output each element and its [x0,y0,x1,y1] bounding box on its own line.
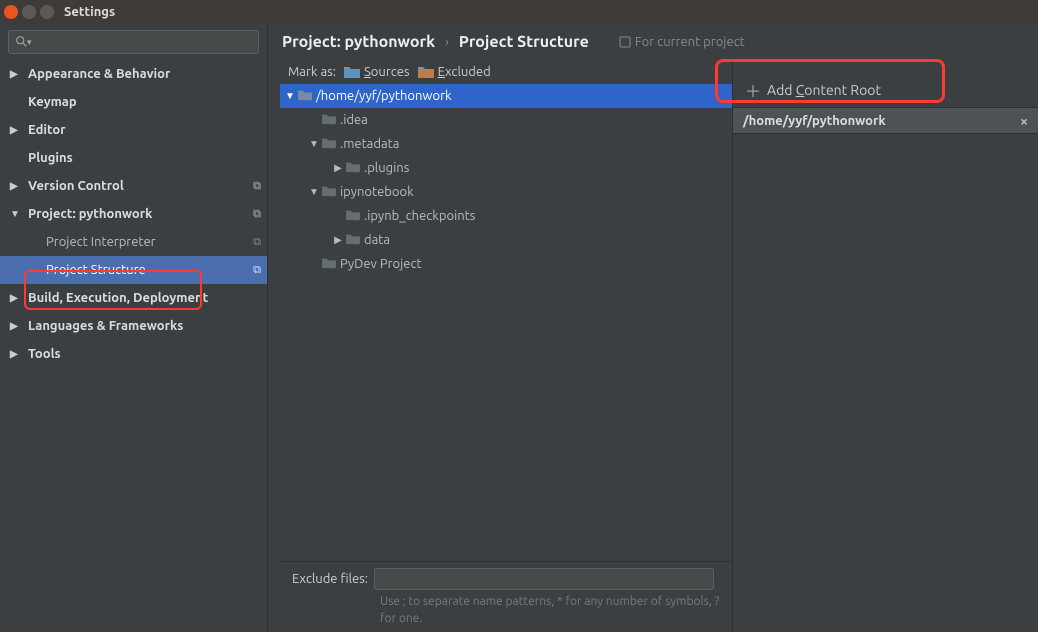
window-controls [4,5,54,19]
breadcrumb-page: Project Structure [459,33,589,51]
mark-excluded-button[interactable]: Excluded [418,65,491,79]
content-area: Project: pythonwork › Project Structure … [268,24,1038,632]
sidebar-item-keymap[interactable]: Keymap [0,88,267,116]
remove-content-root-icon[interactable]: × [1020,113,1028,129]
folder-icon [346,209,360,224]
breadcrumb-hint: For current project [619,35,745,49]
minimize-window-icon[interactable] [22,5,36,19]
tree-row[interactable]: ▼ .metadata [280,132,732,156]
search-dropdown-icon[interactable]: ▾ [27,37,32,48]
folder-icon [322,185,336,200]
tree-row[interactable]: ▶ data [280,228,732,252]
breadcrumb-separator-icon: › [445,35,449,49]
exclude-files-input[interactable] [374,568,714,590]
chevron-down-icon[interactable]: ▼ [308,186,320,198]
project-level-icon: ⧉ [253,236,261,249]
mark-as-toolbar: Mark as: Sources Excluded [280,60,732,84]
exclude-files-footer: Exclude files: Use ; to separate name pa… [280,561,732,632]
chevron-right-icon[interactable]: ▶ [332,234,344,246]
tree-row[interactable]: ▶ .plugins [280,156,732,180]
exclude-files-label: Exclude files: [292,572,368,586]
sidebar-item-project-interpreter[interactable]: Project Interpreter⧉ [0,228,267,256]
sidebar-item-tools[interactable]: ▶Tools [0,340,267,368]
content-root-entry[interactable]: /home/yyf/pythonwork × [733,108,1038,134]
settings-tree: ▶Appearance & Behavior Keymap ▶Editor Pl… [0,60,267,632]
sidebar-item-editor[interactable]: ▶Editor [0,116,267,144]
window-title: Settings [64,5,115,19]
project-level-icon: ⧉ [253,180,261,193]
chevron-right-icon[interactable]: ▶ [332,162,344,174]
folder-tree[interactable]: ▼ /home/yyf/pythonwork .idea ▼ .metadata [280,84,732,561]
add-content-root-button[interactable]: ＋ Add Content Root [733,72,1038,108]
tree-row[interactable]: .ipynb_checkpoints [280,204,732,228]
tree-row[interactable]: .idea [280,108,732,132]
project-level-icon: ⧉ [253,264,261,277]
sidebar-item-version-control[interactable]: ▶Version Control⧉ [0,172,267,200]
folder-icon [322,137,336,152]
chevron-down-icon[interactable]: ▼ [308,138,320,150]
folder-tree-panel: Mark as: Sources Excluded ▼ /home/yyf/p [268,60,732,632]
folder-icon [346,161,360,176]
breadcrumb-project[interactable]: Project: pythonwork [282,33,435,51]
project-scope-icon [619,36,631,48]
sidebar-item-build-execution-deployment[interactable]: ▶Build, Execution, Deployment [0,284,267,312]
sidebar-item-project-structure[interactable]: Project Structure⧉ [0,256,267,284]
close-window-icon[interactable] [4,5,18,19]
search-input[interactable]: ▾ [8,30,259,54]
sidebar-item-plugins[interactable]: Plugins [0,144,267,172]
sidebar-item-languages-frameworks[interactable]: ▶Languages & Frameworks [0,312,267,340]
folder-icon [346,233,360,248]
content-roots-panel: ＋ Add Content Root /home/yyf/pythonwork … [732,60,1038,632]
content-root-path: /home/yyf/pythonwork [743,114,886,128]
folder-icon [322,113,336,128]
settings-sidebar: ▾ ▶Appearance & Behavior Keymap ▶Editor … [0,24,268,632]
plus-icon: ＋ [745,78,761,102]
chevron-down-icon[interactable]: ▼ [284,90,296,102]
tree-row[interactable]: ▼ ipynotebook [280,180,732,204]
tree-row[interactable]: PyDev Project [280,252,732,276]
titlebar: Settings [0,0,1038,24]
sidebar-item-appearance-behavior[interactable]: ▶Appearance & Behavior [0,60,267,88]
mark-sources-button[interactable]: Sources [344,65,410,79]
breadcrumb: Project: pythonwork › Project Structure … [268,24,1038,60]
folder-icon [298,89,312,104]
maximize-window-icon[interactable] [40,5,54,19]
exclude-files-hint: Use ; to separate name patterns, * for a… [380,594,720,628]
folder-icon [322,257,336,272]
mark-as-label: Mark as: [288,65,336,79]
sidebar-item-project[interactable]: ▼Project: pythonwork⧉ [0,200,267,228]
project-level-icon: ⧉ [253,208,261,221]
tree-row-root[interactable]: ▼ /home/yyf/pythonwork [280,84,732,108]
